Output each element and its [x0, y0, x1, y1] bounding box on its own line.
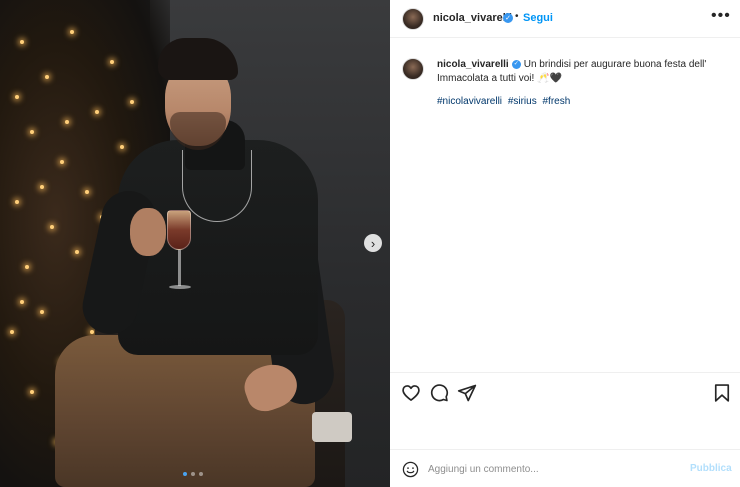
- post-caption: nicola_vivarelli ✓ Un brindisi per augurar…: [437, 58, 727, 86]
- smiley-icon: [402, 461, 419, 478]
- verified-badge-icon: ✓: [511, 59, 521, 69]
- bokeh-light: [10, 330, 14, 334]
- comment-icon: [430, 384, 449, 402]
- bokeh-light: [40, 185, 44, 189]
- bokeh-light: [60, 160, 64, 164]
- verified-badge-icon: ✓: [503, 13, 513, 23]
- bokeh-light: [50, 225, 54, 229]
- more-options-icon[interactable]: •••: [711, 7, 731, 25]
- carousel-next-button[interactable]: ›: [364, 234, 382, 252]
- post-actions-bar: [390, 372, 740, 412]
- carousel-dot: [191, 472, 195, 476]
- bookmark-icon: [714, 384, 730, 402]
- chevron-right-icon: ›: [370, 235, 376, 251]
- bokeh-light: [40, 310, 44, 314]
- hashtag-link[interactable]: #nicolavivarelli: [437, 96, 502, 107]
- emoji-button[interactable]: [402, 461, 419, 478]
- bokeh-light: [15, 95, 19, 99]
- header-separator: •: [515, 11, 519, 22]
- follow-button[interactable]: Segui: [523, 12, 553, 24]
- carousel-indicator: [183, 472, 203, 476]
- post-author-username[interactable]: nicola_vivarelli: [433, 12, 512, 24]
- bokeh-light: [85, 190, 89, 194]
- glass-base: [169, 285, 191, 289]
- bokeh-light: [90, 330, 94, 334]
- glass-stem: [178, 250, 181, 286]
- share-button[interactable]: [457, 383, 477, 403]
- post-side-panel: nicola_vivarelli ✓ • Segui ••• nicola_vi…: [390, 0, 740, 487]
- bokeh-light: [25, 265, 29, 269]
- share-icon: [457, 384, 477, 402]
- hashtag-link[interactable]: #sirius: [508, 96, 537, 107]
- candle: [312, 412, 352, 442]
- man-left-hand: [130, 208, 166, 256]
- bokeh-light: [65, 120, 69, 124]
- bokeh-light: [120, 145, 124, 149]
- bokeh-light: [45, 75, 49, 79]
- caption-avatar[interactable]: [402, 58, 424, 80]
- bokeh-light: [75, 250, 79, 254]
- like-button[interactable]: [401, 383, 421, 403]
- bokeh-light: [30, 390, 34, 394]
- bokeh-light: [70, 30, 74, 34]
- bokeh-light: [130, 100, 134, 104]
- necklace: [182, 150, 252, 222]
- carousel-dot-active: [183, 472, 187, 476]
- bokeh-light: [15, 200, 19, 204]
- caption-username[interactable]: nicola_vivarelli: [437, 59, 509, 70]
- bokeh-light: [30, 130, 34, 134]
- hashtag-link[interactable]: #fresh: [543, 96, 571, 107]
- post-header: nicola_vivarelli ✓ • Segui •••: [390, 0, 740, 38]
- post-photo[interactable]: ›: [0, 0, 390, 487]
- heart-icon: [402, 385, 420, 401]
- hashtag-list: #nicolavivarelli #sirius #fresh: [437, 96, 573, 107]
- save-button[interactable]: [712, 383, 732, 403]
- carousel-dot: [199, 472, 203, 476]
- bokeh-light: [20, 40, 24, 44]
- publish-button[interactable]: Pubblica: [690, 463, 732, 474]
- bokeh-light: [95, 110, 99, 114]
- avatar[interactable]: [402, 8, 424, 30]
- add-comment-bar: Pubblica: [390, 449, 740, 487]
- bokeh-light: [20, 300, 24, 304]
- cocktail-glass: [167, 210, 191, 250]
- comment-button[interactable]: [429, 383, 449, 403]
- bokeh-light: [110, 60, 114, 64]
- comment-input[interactable]: [428, 460, 668, 478]
